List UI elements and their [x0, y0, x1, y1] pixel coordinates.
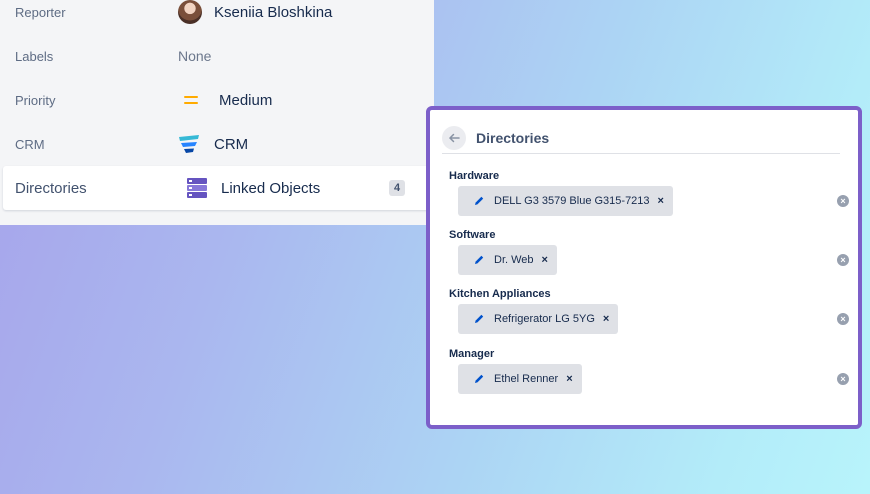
clear-circle-icon[interactable]: × [837, 373, 849, 385]
directory-group-hardware: Hardware DELL G3 3579 Blue G315-7213 × × [449, 170, 849, 216]
reporter-name: Kseniia Bloshkina [214, 3, 333, 21]
labels-row: Labels None [0, 34, 434, 78]
labels-label: Labels [15, 48, 54, 64]
clear-circle-icon[interactable]: × [837, 195, 849, 207]
directories-label: Directories [15, 179, 87, 197]
pencil-icon[interactable] [473, 373, 485, 385]
linked-objects-icon [187, 178, 207, 198]
clear-circle-icon[interactable]: × [837, 313, 849, 325]
group-label: Manager [449, 348, 495, 360]
issue-details-panel: Reporter Kseniia Bloshkina Labels None P… [0, 0, 434, 225]
group-label: Kitchen Appliances [449, 288, 551, 300]
directories-value[interactable]: Linked Objects [184, 178, 320, 198]
medium-priority-icon [184, 96, 198, 104]
chip-label: Refrigerator LG 5YG [494, 313, 595, 325]
close-icon[interactable]: × [658, 195, 664, 207]
back-button[interactable] [442, 125, 466, 150]
close-icon[interactable]: × [542, 254, 548, 266]
directory-group-kitchen-appliances: Kitchen Appliances Refrigerator LG 5YG ×… [449, 288, 849, 334]
priority-label: Priority [15, 92, 56, 108]
directories-text: Linked Objects [221, 179, 321, 197]
popup-header: Directories [442, 122, 840, 154]
close-icon[interactable]: × [603, 313, 609, 325]
crm-funnel-icon [179, 135, 199, 153]
priority-value[interactable]: Medium [178, 92, 272, 109]
count-badge: 4 [389, 180, 405, 196]
avatar [178, 0, 202, 24]
clear-circle-icon[interactable]: × [837, 254, 849, 266]
reporter-row: Reporter Kseniia Bloshkina [0, 0, 434, 34]
crm-row: CRM CRM [0, 122, 434, 166]
arrow-left-icon [448, 133, 460, 142]
reporter-value[interactable]: Kseniia Bloshkina [178, 0, 332, 24]
crm-text: CRM [214, 135, 249, 153]
chip-label: Ethel Renner [494, 373, 559, 385]
priority-row: Priority Medium [0, 78, 434, 122]
linked-object-chip[interactable]: Ethel Renner × [458, 364, 582, 394]
linked-object-chip[interactable]: Dr. Web × [458, 245, 557, 275]
directories-popup: Directories Hardware DELL G3 3579 Blue G… [426, 106, 862, 429]
group-label: Software [449, 229, 496, 241]
pencil-icon[interactable] [473, 195, 485, 207]
group-label: Hardware [449, 170, 500, 182]
popup-title: Directories [476, 129, 550, 146]
crm-value[interactable]: CRM [178, 134, 248, 154]
priority-text: Medium [219, 91, 273, 109]
chip-label: DELL G3 3579 Blue G315-7213 [494, 195, 650, 207]
chip-label: Dr. Web [494, 254, 534, 266]
directories-row[interactable]: Directories Linked Objects 4 [3, 166, 431, 210]
directory-group-manager: Manager Ethel Renner × × [449, 348, 849, 394]
linked-object-chip[interactable]: Refrigerator LG 5YG × [458, 304, 619, 334]
reporter-label: Reporter [15, 4, 66, 20]
pencil-icon[interactable] [473, 254, 485, 266]
linked-object-chip[interactable]: DELL G3 3579 Blue G315-7213 × [458, 186, 673, 216]
labels-value[interactable]: None [178, 48, 211, 64]
close-icon[interactable]: × [566, 373, 572, 385]
pencil-icon[interactable] [473, 313, 485, 325]
crm-label: CRM [15, 136, 45, 152]
directory-group-software: Software Dr. Web × × [449, 229, 849, 275]
